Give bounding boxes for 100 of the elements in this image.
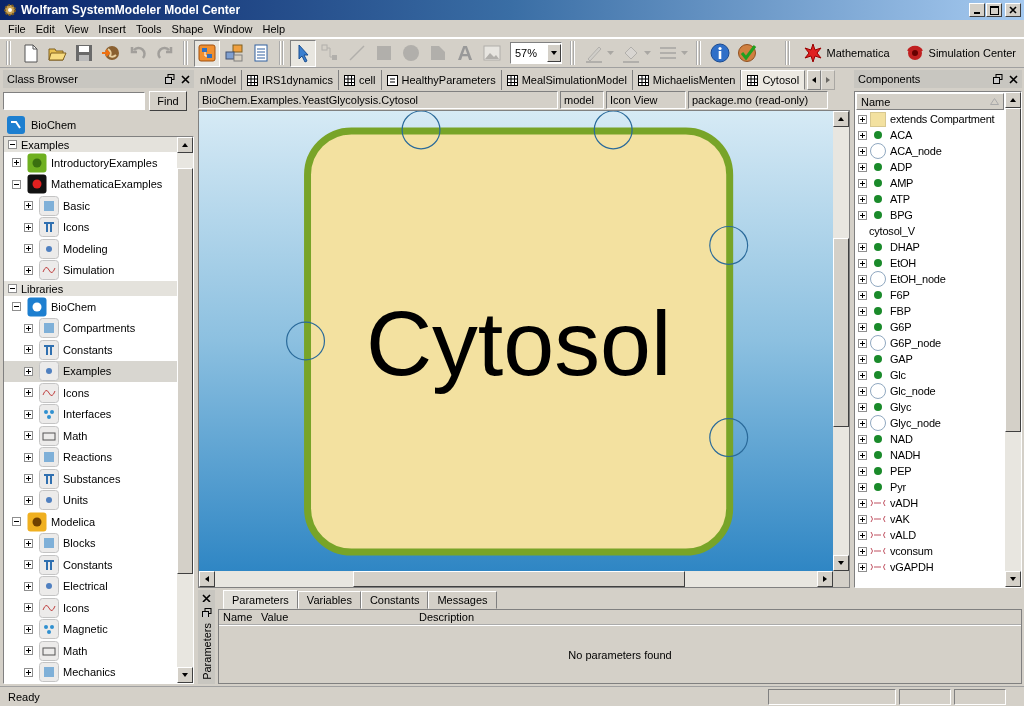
tree-item-label: Icons xyxy=(63,221,90,234)
column-header[interactable]: Value xyxy=(257,611,415,623)
component-name: vADH xyxy=(890,497,918,509)
tree-item-label: Math xyxy=(63,644,88,657)
component-item[interactable]: FBP xyxy=(855,303,1005,319)
component-item[interactable]: vADH xyxy=(855,495,1005,511)
tree-item-label: Constants xyxy=(63,343,113,356)
component-name: vALD xyxy=(890,529,917,541)
library-selector[interactable]: BioChem xyxy=(3,114,194,136)
tree-item[interactable]: Electrical xyxy=(4,575,177,597)
menu-item[interactable]: View xyxy=(59,22,94,35)
component-item[interactable]: F6P xyxy=(855,287,1005,303)
column-header[interactable]: Name xyxy=(856,93,1004,110)
component-item[interactable]: Glyc xyxy=(855,399,1005,415)
editor-tab[interactable]: nModel xyxy=(198,70,243,90)
tree-item[interactable]: Simulation xyxy=(4,259,177,281)
menu-item[interactable]: Insert xyxy=(93,22,131,35)
tree-item-label: Magnetic xyxy=(63,623,108,636)
tree-item[interactable]: Substances xyxy=(4,468,177,490)
tree-item[interactable]: Icons xyxy=(4,597,177,619)
tree-item-label: Icons xyxy=(63,386,90,399)
tree-item[interactable]: MathematicaExamples xyxy=(4,173,177,195)
menu-item[interactable]: File xyxy=(3,22,31,35)
component-item[interactable]: ACA xyxy=(855,127,1005,143)
component-item[interactable]: EtOH_node xyxy=(855,271,1005,287)
component-item[interactable]: DHAP xyxy=(855,239,1005,255)
component-item[interactable]: extends Compartment xyxy=(855,111,1005,127)
tree-item[interactable]: Math xyxy=(4,640,177,662)
component-name: vAK xyxy=(890,513,910,525)
panel-tab[interactable]: Messages xyxy=(428,591,497,609)
diagram-canvas[interactable]: Cytosol xyxy=(199,111,833,571)
tree-item[interactable]: Magnetic xyxy=(4,618,177,640)
tree-item[interactable]: IntroductoryExamples xyxy=(4,152,177,174)
tree-item[interactable]: Mechanics xyxy=(4,661,177,683)
component-item[interactable]: GAP xyxy=(855,351,1005,367)
tree-item[interactable]: Constants xyxy=(4,339,177,361)
menu-item[interactable]: Window xyxy=(208,22,258,35)
star-button[interactable]: Mathematica xyxy=(795,39,897,67)
tree-item[interactable]: Interfaces xyxy=(4,403,177,425)
component-item[interactable]: Pyr xyxy=(855,479,1005,495)
component-name: G6P_node xyxy=(890,337,941,349)
section-header[interactable]: Libraries xyxy=(4,281,177,296)
tree-item[interactable]: Icons xyxy=(4,382,177,404)
tree-item[interactable]: Math xyxy=(4,425,177,447)
tree-item[interactable]: Units xyxy=(4,489,177,511)
tree-item[interactable]: Compartments xyxy=(4,317,177,339)
column-header[interactable]: Name xyxy=(219,611,257,623)
component-item[interactable]: BPG xyxy=(855,207,1005,223)
menu-item[interactable]: Help xyxy=(257,22,291,35)
component-item[interactable]: ATP xyxy=(855,191,1005,207)
component-item[interactable]: G6P_node xyxy=(855,335,1005,351)
tree-item[interactable]: Reactions xyxy=(4,446,177,468)
tree-item[interactable]: BioChem xyxy=(4,296,177,318)
section-label: Examples xyxy=(21,138,70,151)
column-header[interactable]: Description xyxy=(415,611,475,623)
tree-item[interactable]: Icons xyxy=(4,216,177,238)
tree-item-label: Basic xyxy=(63,199,90,212)
find-button[interactable]: Find xyxy=(149,91,187,111)
component-item[interactable]: vALD xyxy=(855,527,1005,543)
component-item[interactable]: vGAPDH xyxy=(855,559,1005,575)
editor-tab[interactable]: Cytosol xyxy=(741,70,806,90)
menu-item[interactable]: Tools xyxy=(130,22,167,35)
tree-item[interactable]: Examples xyxy=(4,360,177,382)
section-header[interactable]: Examples xyxy=(4,137,177,152)
component-item[interactable]: EtOH xyxy=(855,255,1005,271)
component-item[interactable]: G6P xyxy=(855,319,1005,335)
component-item[interactable]: vconsum xyxy=(855,543,1005,559)
component-item[interactable]: NADH xyxy=(855,447,1005,463)
component-item[interactable]: AMP xyxy=(855,175,1005,191)
component-name: DHAP xyxy=(890,241,920,253)
component-item[interactable]: vAK xyxy=(855,511,1005,527)
tree-item[interactable]: Blocks xyxy=(4,532,177,554)
component-item[interactable]: Glc xyxy=(855,367,1005,383)
component-item[interactable]: ACA_node xyxy=(855,143,1005,159)
compartment-label: Cytosol xyxy=(365,291,672,394)
menu-item[interactable]: Edit xyxy=(30,22,60,35)
panel-tab[interactable]: Parameters xyxy=(223,590,298,609)
panel-tab[interactable]: Constants xyxy=(360,591,429,609)
component-item[interactable]: PEP xyxy=(855,463,1005,479)
gear-button[interactable]: Simulation Center xyxy=(897,39,1023,67)
editor-tab[interactable]: MealSimulationModel xyxy=(501,70,633,90)
zoom-dropdown[interactable]: 57% xyxy=(510,42,562,64)
tree-item-label: IntroductoryExamples xyxy=(51,156,158,169)
tree-item[interactable]: Modelica xyxy=(4,511,177,533)
editor-tab[interactable]: cell xyxy=(339,70,382,90)
component-name: ADP xyxy=(890,161,913,173)
panel-tab[interactable]: Variables xyxy=(297,591,361,609)
component-item[interactable]: Glyc_node xyxy=(855,415,1005,431)
component-item[interactable]: NAD xyxy=(855,431,1005,447)
menu-item[interactable]: Shape xyxy=(166,22,209,35)
tree-item[interactable]: Modeling xyxy=(4,238,177,260)
editor-tab[interactable]: IRS1dynamics xyxy=(242,70,339,90)
component-name: Pyr xyxy=(890,481,906,493)
component-item[interactable]: ADP xyxy=(855,159,1005,175)
tree-item-label: Units xyxy=(63,494,89,507)
tree-item[interactable]: Basic xyxy=(4,195,177,217)
editor-tab[interactable]: HealthyParameters xyxy=(381,70,502,90)
tree-item[interactable]: Constants xyxy=(4,554,177,576)
component-item[interactable]: cytosol_V xyxy=(855,223,1005,239)
component-item[interactable]: Glc_node xyxy=(855,383,1005,399)
